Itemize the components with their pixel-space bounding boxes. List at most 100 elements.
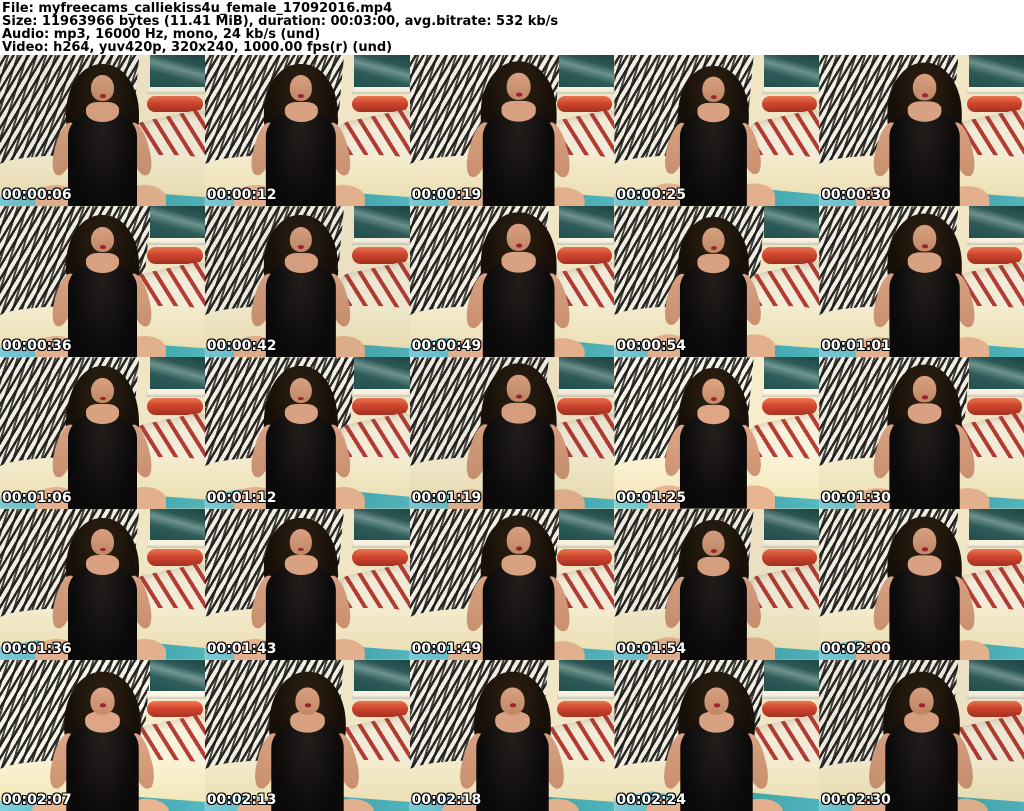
video-frame: 00:00:12 <box>204 55 410 207</box>
video-frame: 00:01:43 <box>204 508 410 660</box>
person-silhouette <box>205 206 404 358</box>
video-frame: 00:00:25 <box>614 55 820 207</box>
person-silhouette <box>205 357 404 509</box>
video-frame: 00:00:54 <box>614 206 820 358</box>
video-frame: 00:00:42 <box>204 206 410 358</box>
black-dress <box>885 720 959 811</box>
thumbnail-grid: 00:00:06 00:00:12 00:00:19 00:00:25 00:0… <box>0 55 1024 811</box>
person-silhouette <box>614 662 819 811</box>
frame-timestamp: 00:01:54 <box>616 640 687 657</box>
black-dress <box>475 720 549 811</box>
face <box>500 687 524 715</box>
frame-timestamp: 00:01:19 <box>411 489 482 506</box>
frame-timestamp: 00:01:49 <box>411 640 482 657</box>
chest <box>284 101 318 122</box>
person-silhouette <box>412 509 615 660</box>
lips <box>515 244 522 248</box>
chest <box>284 404 318 424</box>
video-frame: 00:01:36 <box>0 508 205 660</box>
chest <box>697 556 730 576</box>
black-dress <box>266 110 336 207</box>
frame-timestamp: 00:02:24 <box>616 791 687 808</box>
chest <box>697 405 730 425</box>
person-silhouette <box>0 206 205 358</box>
person-silhouette <box>820 509 1024 660</box>
face <box>295 687 319 715</box>
lips <box>99 703 106 708</box>
person-silhouette <box>614 208 813 358</box>
lips <box>918 703 926 708</box>
person-silhouette <box>0 662 205 811</box>
video-frame: 00:01:06 <box>0 357 205 509</box>
lips <box>515 92 522 97</box>
chest <box>86 555 119 576</box>
frame-timestamp: 00:00:12 <box>206 187 277 204</box>
video-frame: 00:01:54 <box>614 508 820 660</box>
lips <box>298 245 305 250</box>
black-dress <box>680 720 754 811</box>
black-dress <box>67 110 138 207</box>
lips <box>921 547 928 551</box>
frame-timestamp: 00:01:43 <box>206 640 277 657</box>
frame-timestamp: 00:02:07 <box>2 791 72 808</box>
person-silhouette <box>820 206 1024 358</box>
chest <box>907 101 942 122</box>
black-dress <box>481 563 555 660</box>
lips <box>298 396 305 401</box>
black-dress <box>67 413 138 509</box>
chest <box>501 251 536 273</box>
frame-timestamp: 00:01:30 <box>821 489 891 506</box>
video-frame: 00:00:06 <box>0 55 205 207</box>
video-frame: 00:01:49 <box>409 508 615 660</box>
person-silhouette <box>410 662 615 811</box>
lips <box>710 548 717 553</box>
person-silhouette <box>820 55 1024 207</box>
black-dress <box>270 720 344 811</box>
frame-timestamp: 00:02:30 <box>821 791 891 808</box>
frame-timestamp: 00:00:49 <box>411 338 482 355</box>
chest <box>284 555 318 576</box>
black-dress <box>679 111 748 207</box>
face <box>704 687 729 715</box>
lips <box>304 703 311 708</box>
frame-timestamp: 00:00:36 <box>2 338 72 355</box>
frame-timestamp: 00:01:06 <box>2 489 72 506</box>
video-frame: 00:01:30 <box>819 357 1024 509</box>
black-dress <box>67 262 138 358</box>
video-frame: 00:02:30 <box>819 659 1024 811</box>
video-contact-sheet: File: myfreecams_calliekiss4u_female_170… <box>0 0 1024 811</box>
black-dress <box>889 564 961 660</box>
person-silhouette <box>614 511 813 660</box>
black-dress <box>679 413 748 509</box>
person-silhouette <box>412 206 615 358</box>
black-dress <box>67 564 138 660</box>
black-dress <box>266 413 336 509</box>
video-frame: 00:02:24 <box>614 659 820 811</box>
video-info-line: Video: h264, yuv420p, 320x240, 1000.00 f… <box>2 40 393 55</box>
chest <box>697 102 730 122</box>
person-silhouette <box>820 357 1024 509</box>
face <box>909 687 934 715</box>
black-dress <box>679 262 748 358</box>
chest <box>86 101 119 122</box>
metadata-header: File: myfreecams_calliekiss4u_female_170… <box>0 0 1024 55</box>
black-dress <box>889 110 961 207</box>
video-frame: 00:01:19 <box>409 357 615 509</box>
chest <box>501 403 536 424</box>
frame-timestamp: 00:02:13 <box>206 791 277 808</box>
lips <box>713 703 721 708</box>
chest <box>907 252 942 273</box>
video-frame: 00:01:12 <box>204 357 410 509</box>
black-dress <box>889 412 961 509</box>
black-dress <box>679 565 748 660</box>
black-dress <box>481 110 555 207</box>
lips <box>99 245 106 250</box>
lips <box>298 94 305 98</box>
frame-timestamp: 00:00:30 <box>821 187 891 204</box>
face <box>90 687 115 715</box>
frame-timestamp: 00:00:06 <box>2 187 72 204</box>
frame-timestamp: 00:02:18 <box>411 791 482 808</box>
chest <box>907 403 942 424</box>
chest <box>284 253 318 273</box>
person-silhouette <box>412 357 615 509</box>
